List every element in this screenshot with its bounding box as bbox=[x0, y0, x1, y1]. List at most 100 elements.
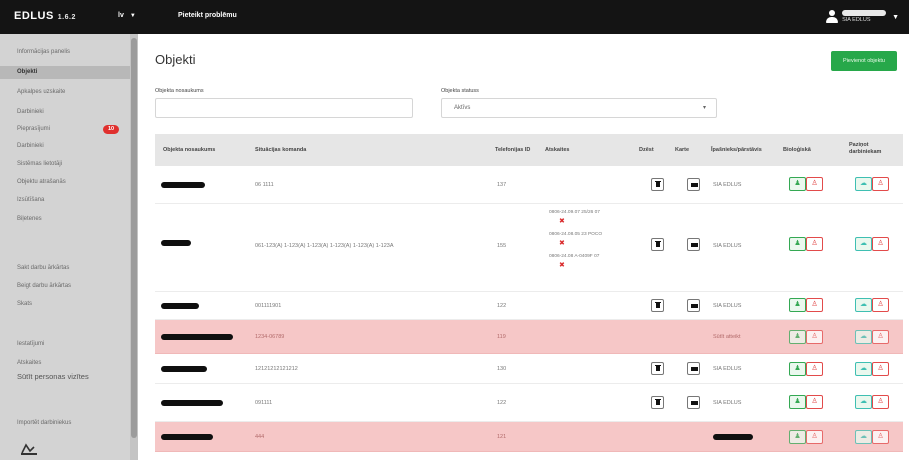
chevron-down-icon: ▼ bbox=[129, 13, 136, 19]
person-icon[interactable]: ♟ bbox=[789, 395, 806, 409]
sidebar-item-employees-2[interactable]: Darbinieki bbox=[0, 140, 130, 153]
cloud-icon[interactable]: ☁ bbox=[855, 395, 872, 409]
close-icon[interactable]: ✖ bbox=[559, 240, 565, 247]
sidebar-item-bulletins[interactable]: Biļetenes bbox=[0, 213, 130, 226]
person-icon[interactable]: ♟ bbox=[789, 362, 806, 376]
col-header-phone[interactable]: Telefonijas ID bbox=[495, 147, 530, 154]
sidebar-item-service-records[interactable]: Apkalpes uzskaite bbox=[0, 86, 130, 99]
sidebar-item-send-visits[interactable]: Sūtīt personas vizītes bbox=[0, 370, 130, 383]
person-remove-icon[interactable]: ♙ bbox=[872, 177, 889, 191]
map-icon[interactable] bbox=[687, 178, 700, 191]
cloud-icon[interactable]: ☁ bbox=[855, 430, 872, 444]
protection-buttons: ♟ ♙ bbox=[789, 298, 823, 312]
protection-buttons: ♟ ♙ bbox=[789, 330, 823, 344]
col-header-notifications: Paziņot darbiniekam bbox=[849, 142, 882, 155]
trash-icon[interactable] bbox=[651, 362, 664, 375]
person-remove-icon[interactable]: ♙ bbox=[806, 430, 823, 444]
col-header-delete: Dzēst bbox=[639, 147, 654, 153]
cloud-icon[interactable]: ☁ bbox=[855, 177, 872, 191]
object-name-redacted bbox=[161, 334, 233, 340]
language-selector[interactable]: lv ▼ bbox=[118, 12, 136, 19]
person-remove-icon[interactable]: ♙ bbox=[806, 237, 823, 251]
sidebar-item-dispatch[interactable]: Izsūtīšana bbox=[0, 194, 130, 207]
person-remove-icon[interactable]: ♙ bbox=[872, 362, 889, 376]
protection-buttons: ♟ ♙ bbox=[789, 237, 823, 251]
sidebar-item-employees[interactable]: Darbinieki bbox=[0, 106, 130, 119]
person-remove-icon[interactable]: ♙ bbox=[872, 237, 889, 251]
sidebar-item-import-employees[interactable]: Importēt darbiniekus bbox=[0, 417, 130, 430]
object-name-filter-input[interactable] bbox=[155, 98, 413, 118]
sidebar-item-start-emergency[interactable]: Sakt darbu ārkārtas bbox=[0, 262, 130, 275]
user-name-redacted bbox=[842, 10, 887, 17]
add-object-button[interactable]: Pievienot objektu bbox=[831, 51, 897, 71]
person-remove-icon[interactable]: ♙ bbox=[872, 298, 889, 312]
map-icon[interactable] bbox=[687, 362, 700, 375]
sidebar-item-dashboard[interactable]: Informācijas panelis bbox=[0, 46, 130, 59]
person-icon[interactable]: ♟ bbox=[789, 237, 806, 251]
table-header: Objekta nosaukums Situācijas komanda Tel… bbox=[155, 134, 903, 166]
table-row[interactable]: 001111901 122 SIA EDLUS ♟ ♙ ☁ ♙ bbox=[155, 292, 903, 320]
permission-entry: 0806-24.08 A-0409F 07 bbox=[549, 254, 600, 259]
person-remove-icon[interactable]: ♙ bbox=[806, 330, 823, 344]
person-remove-icon[interactable]: ♙ bbox=[806, 177, 823, 191]
cloud-icon[interactable]: ☁ bbox=[855, 330, 872, 344]
sidebar-scrollbar-thumb[interactable] bbox=[131, 38, 137, 438]
sidebar-item-requests[interactable]: Pieprasījumi 10 bbox=[0, 123, 130, 136]
person-remove-icon[interactable]: ♙ bbox=[872, 330, 889, 344]
person-icon[interactable]: ♟ bbox=[789, 177, 806, 191]
sidebar-item-end-emergency[interactable]: Beigt darbu ārkārtas bbox=[0, 280, 130, 293]
col-header-owner[interactable]: Īpašnieks/pārstāvis bbox=[711, 147, 762, 154]
table-row[interactable]: 06 1111 137 SIA EDLUS ♟ ♙ ☁ ♙ bbox=[155, 166, 903, 204]
command-cell: 061-123(A) 1-123(A) 1-123(A) 1-123(A) 1-… bbox=[255, 243, 394, 249]
owner-cell: SIA EDLUS bbox=[713, 243, 742, 249]
cloud-icon[interactable]: ☁ bbox=[855, 237, 872, 251]
map-icon[interactable] bbox=[687, 299, 700, 312]
trash-icon[interactable] bbox=[651, 178, 664, 191]
col-header-protection: Bioloģiskā bbox=[783, 147, 811, 153]
person-icon[interactable]: ♟ bbox=[789, 298, 806, 312]
sidebar-item-reports[interactable]: Atskaites bbox=[0, 357, 130, 370]
table-row[interactable]: 444 121 ♟ ♙ ☁ ♙ bbox=[155, 422, 903, 452]
cloud-icon[interactable]: ☁ bbox=[855, 298, 872, 312]
col-header-name[interactable]: Objekta nosaukums bbox=[163, 147, 215, 154]
col-header-map: Karte bbox=[675, 147, 690, 153]
phone-cell: 121 bbox=[497, 434, 507, 440]
owner-redacted bbox=[713, 434, 753, 440]
person-remove-icon[interactable]: ♙ bbox=[872, 430, 889, 444]
map-icon[interactable] bbox=[687, 238, 700, 251]
person-remove-icon[interactable]: ♙ bbox=[806, 362, 823, 376]
app-brand[interactable]: EDLUS 1.6.2 bbox=[14, 10, 76, 22]
owner-cell: Sūtīt atteikt bbox=[713, 334, 741, 340]
table-row[interactable]: 091111 122 SIA EDLUS ♟ ♙ ☁ ♙ bbox=[155, 384, 903, 422]
person-remove-icon[interactable]: ♙ bbox=[806, 298, 823, 312]
close-icon[interactable]: ✖ bbox=[559, 262, 565, 269]
close-icon[interactable]: ✖ bbox=[559, 218, 565, 225]
permission-entry: 0806-24.08.05 23 POCO bbox=[549, 232, 603, 237]
trash-icon[interactable] bbox=[651, 299, 664, 312]
col-header-command[interactable]: Situācijas komanda bbox=[255, 147, 306, 154]
user-menu[interactable]: SIA EDLUS ▼ bbox=[826, 6, 899, 28]
table-row[interactable]: 12121212121212 130 SIA EDLUS ♟ ♙ ☁ ♙ bbox=[155, 354, 903, 384]
chevron-down-icon: ▼ bbox=[892, 13, 899, 21]
sidebar-item-settings[interactable]: Iestatījumi bbox=[0, 338, 130, 351]
cloud-icon[interactable]: ☁ bbox=[855, 362, 872, 376]
sidebar-item-objects[interactable]: Objekti bbox=[0, 66, 130, 79]
person-icon[interactable]: ♟ bbox=[789, 430, 806, 444]
sidebar-item-view[interactable]: Skats bbox=[0, 298, 130, 311]
object-status-select[interactable]: Aktīvs ▾ bbox=[441, 98, 717, 118]
table-row[interactable]: 1234-06789 119 Sūtīt atteikt ♟ ♙ ☁ ♙ bbox=[155, 320, 903, 354]
person-remove-icon[interactable]: ♙ bbox=[872, 395, 889, 409]
trash-icon[interactable] bbox=[651, 238, 664, 251]
sidebar-item-object-locations[interactable]: Objektu atrašanās bbox=[0, 176, 130, 189]
report-problem-link[interactable]: Pieteikt problēmu bbox=[178, 12, 237, 19]
trash-icon[interactable] bbox=[651, 396, 664, 409]
person-remove-icon[interactable]: ♙ bbox=[806, 395, 823, 409]
command-cell: 06 1111 bbox=[255, 182, 274, 188]
map-icon[interactable] bbox=[687, 396, 700, 409]
sidebar-item-system-users[interactable]: Sistēmas lietotāji bbox=[0, 158, 130, 171]
table-row[interactable]: 061-123(A) 1-123(A) 1-123(A) 1-123(A) 1-… bbox=[155, 204, 903, 292]
sidebar-item-label: Pieprasījumi bbox=[17, 126, 51, 132]
person-icon[interactable]: ♟ bbox=[789, 330, 806, 344]
phone-cell: 122 bbox=[497, 400, 507, 406]
protection-buttons: ♟ ♙ bbox=[789, 430, 823, 444]
